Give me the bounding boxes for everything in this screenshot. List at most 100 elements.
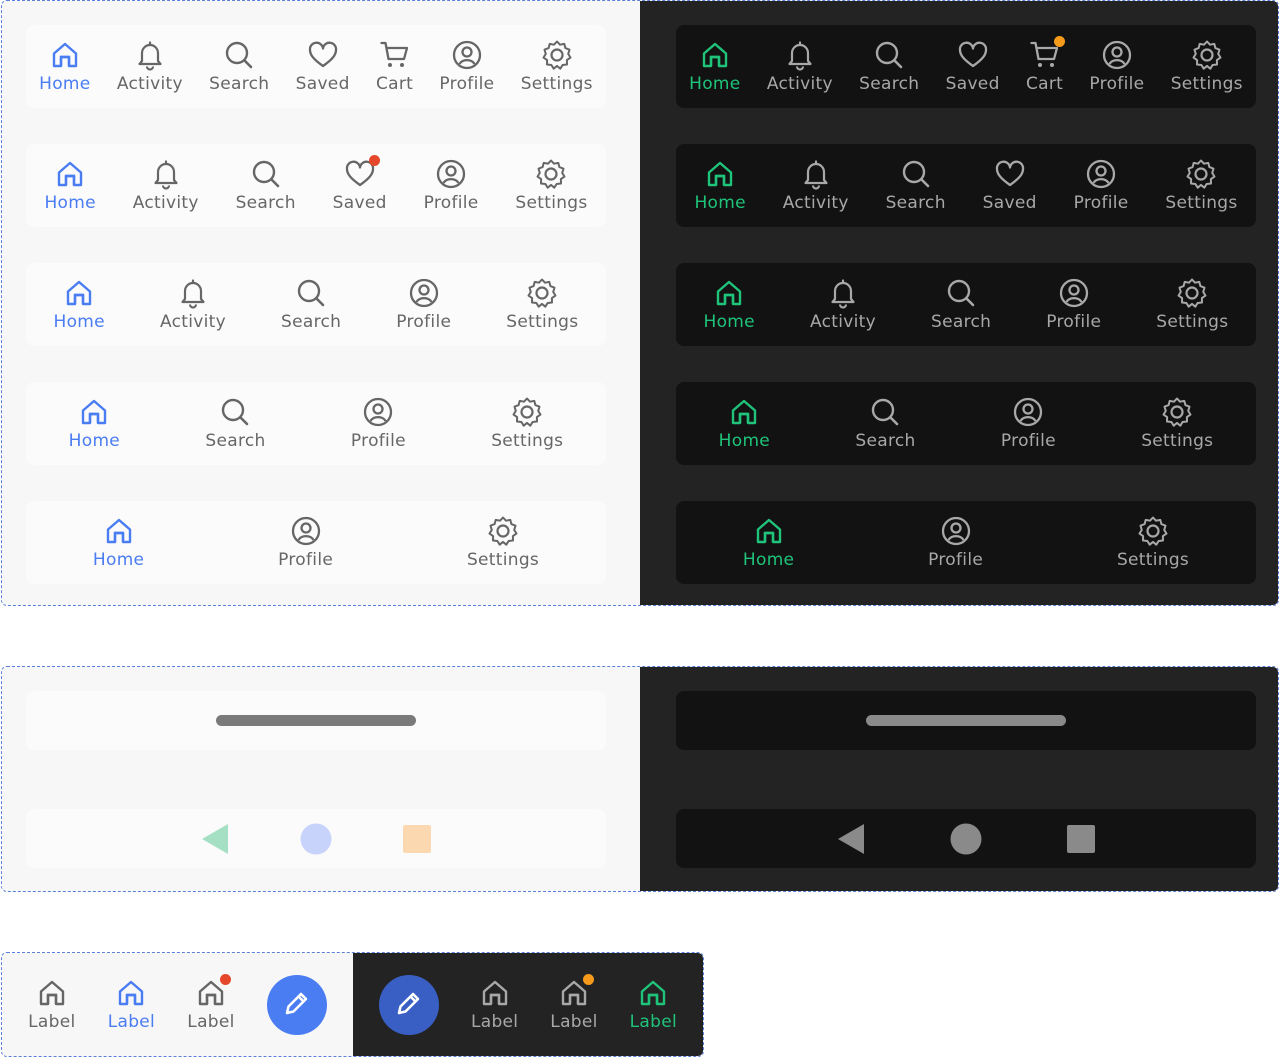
tab-saved[interactable]: Saved — [296, 25, 350, 108]
tab-label[interactable]: Label — [550, 953, 597, 1056]
tab-settings[interactable]: Settings — [1117, 501, 1189, 584]
gear-icon — [487, 515, 519, 547]
tab-label: Home — [742, 550, 795, 570]
tab-label[interactable]: Label — [108, 953, 155, 1056]
search-icon — [873, 39, 905, 71]
tab-label[interactable]: Label — [28, 953, 75, 1056]
profile-icon — [408, 277, 440, 309]
tab-label: Label — [470, 1012, 519, 1032]
tab-settings[interactable]: Settings — [515, 144, 587, 227]
tab-home[interactable]: Home — [93, 501, 144, 584]
tab-home[interactable]: Home — [69, 382, 120, 465]
tab-profile[interactable]: Profile — [1089, 25, 1144, 108]
tab-label: Profile — [423, 193, 479, 213]
tab-label: Home — [694, 193, 746, 213]
tab-activity[interactable]: Activity — [783, 144, 849, 227]
tab-profile[interactable]: Profile — [351, 382, 406, 465]
tab-label: Saved — [982, 193, 1037, 213]
tab-label[interactable]: Label — [187, 953, 234, 1056]
tab-label[interactable]: Label — [471, 953, 518, 1056]
recents-square-icon[interactable] — [1066, 824, 1096, 854]
tab-profile[interactable]: Profile — [396, 263, 451, 346]
tab-label: Label — [187, 1012, 235, 1032]
tab-profile[interactable]: Profile — [1001, 382, 1056, 465]
bell-icon — [134, 39, 166, 71]
tab-activity[interactable]: Activity — [133, 144, 199, 227]
tab-home[interactable]: Home — [44, 144, 96, 227]
tab-label: Settings — [466, 550, 540, 570]
gesture-handle[interactable] — [866, 715, 1066, 726]
back-triangle-icon[interactable] — [200, 823, 230, 855]
tab-label: Search — [931, 312, 992, 332]
tab-profile[interactable]: Profile — [928, 501, 983, 584]
tab-label: Saved — [945, 74, 1000, 94]
notification-badge — [219, 974, 231, 985]
nav-bar-7-light: Home Activity Search Saved Cart Profile Settin… — [26, 25, 606, 108]
tab-settings[interactable]: Settings — [521, 25, 593, 108]
tab-profile[interactable]: Profile — [424, 144, 479, 227]
tab-label: Profile — [928, 550, 984, 570]
gear-icon — [1191, 39, 1223, 71]
back-triangle-icon[interactable] — [836, 823, 866, 855]
tab-search[interactable]: Search — [205, 382, 265, 465]
tab-activity[interactable]: Activity — [117, 25, 183, 108]
tab-saved[interactable]: Saved — [333, 144, 387, 227]
tab-search[interactable]: Search — [931, 263, 991, 346]
system-nav-panel — [1, 666, 1279, 892]
tab-settings[interactable]: Settings — [491, 382, 563, 465]
tab-search[interactable]: Search — [209, 25, 269, 108]
edit-fab-button[interactable] — [378, 974, 439, 1035]
tab-cart[interactable]: Cart — [376, 25, 413, 108]
tab-home[interactable]: Home — [689, 25, 740, 108]
tab-label: Label — [550, 1012, 598, 1032]
tab-search[interactable]: Search — [886, 144, 946, 227]
search-icon — [869, 396, 901, 428]
tab-profile[interactable]: Profile — [439, 25, 494, 108]
tab-home[interactable]: Home — [54, 263, 105, 346]
tab-settings[interactable]: Settings — [506, 263, 578, 346]
tab-home[interactable]: Home — [39, 25, 90, 108]
tab-profile[interactable]: Profile — [1074, 144, 1129, 227]
gesture-handle[interactable] — [216, 715, 416, 726]
gear-icon — [1161, 396, 1193, 428]
tab-label: Home — [39, 74, 91, 94]
tab-search[interactable]: Search — [859, 25, 919, 108]
tab-label: Cart — [1025, 74, 1064, 94]
tab-settings[interactable]: Settings — [1165, 144, 1237, 227]
tab-saved[interactable]: Saved — [983, 144, 1037, 227]
tab-search[interactable]: Search — [281, 263, 341, 346]
tab-activity[interactable]: Activity — [160, 263, 226, 346]
tab-activity[interactable]: Activity — [810, 263, 876, 346]
nav-bar-3-light: Home Profile Settings — [26, 501, 606, 584]
tab-search[interactable]: Search — [236, 144, 296, 227]
home-icon — [479, 977, 511, 1009]
tab-home[interactable]: Home — [719, 382, 770, 465]
tab-label: Label — [107, 1012, 156, 1032]
tab-settings[interactable]: Settings — [1171, 25, 1243, 108]
recents-square-icon[interactable] — [402, 824, 432, 854]
nav-bar-4-dark: Home Search Profile Settings — [676, 382, 1256, 465]
tab-label: Search — [281, 312, 342, 332]
tab-label[interactable]: Label — [630, 953, 677, 1056]
tab-settings[interactable]: Settings — [1156, 263, 1228, 346]
tab-home[interactable]: Home — [704, 263, 755, 346]
tab-settings[interactable]: Settings — [1141, 382, 1213, 465]
home-circle-icon[interactable] — [300, 823, 332, 855]
tab-settings[interactable]: Settings — [467, 501, 539, 584]
tab-label: Label — [629, 1012, 678, 1032]
profile-icon — [940, 515, 972, 547]
tab-home[interactable]: Home — [743, 501, 794, 584]
tab-profile[interactable]: Profile — [278, 501, 333, 584]
home-circle-icon[interactable] — [950, 823, 982, 855]
tab-saved[interactable]: Saved — [946, 25, 1000, 108]
profile-icon — [290, 515, 322, 547]
profile-icon — [435, 158, 467, 190]
edit-fab-button[interactable] — [266, 974, 327, 1035]
tab-search[interactable]: Search — [855, 382, 915, 465]
tab-profile[interactable]: Profile — [1046, 263, 1101, 346]
tab-label: Cart — [375, 74, 414, 94]
tab-home[interactable]: Home — [694, 144, 746, 227]
tab-activity[interactable]: Activity — [767, 25, 833, 108]
home-icon — [558, 974, 594, 1009]
tab-cart[interactable]: Cart — [1025, 25, 1065, 108]
